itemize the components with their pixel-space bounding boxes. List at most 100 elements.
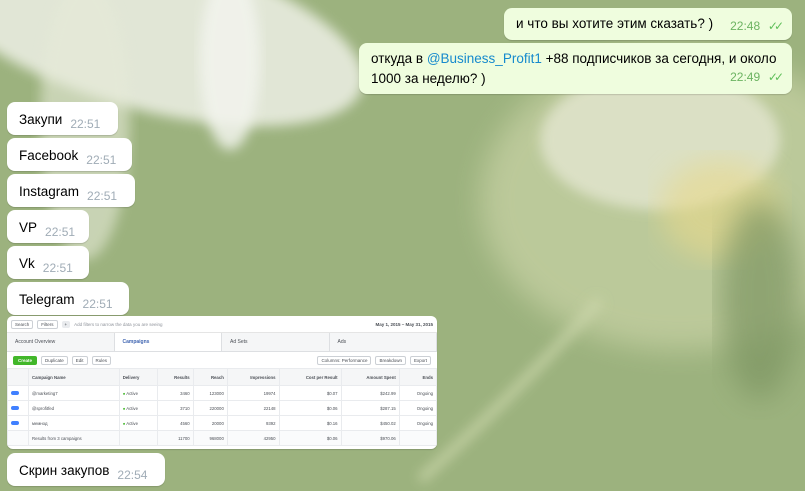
screenshot-tabs: Account Overview Campaigns Ad Sets Ads bbox=[7, 333, 437, 352]
tab-ad-sets: Ad Sets bbox=[222, 333, 330, 351]
message-in-1[interactable]: Закупи 22:51 bbox=[7, 102, 118, 135]
campaigns-table: Campaign Name Delivery Results Reach Imp… bbox=[7, 368, 437, 446]
read-checkmarks-icon: ✓✓ bbox=[767, 70, 784, 84]
tab-account-overview: Account Overview bbox=[7, 333, 115, 351]
status-dot-icon: ● bbox=[122, 390, 126, 396]
filter-hint: Add filters to narrow the data you are s… bbox=[74, 321, 163, 327]
filters-pill: Filters bbox=[37, 319, 58, 329]
delivery-status: Active bbox=[126, 405, 138, 411]
message-text: Закупи bbox=[19, 112, 63, 127]
cell-reach: 220000 bbox=[192, 400, 228, 416]
columns-dropdown: Columns: Performance bbox=[317, 355, 372, 365]
message-text: откуда в bbox=[371, 51, 427, 66]
column-header: Reach bbox=[192, 368, 228, 386]
toggle-icon bbox=[11, 405, 19, 410]
message-text: Vk bbox=[19, 256, 35, 271]
message-time: 22:48 bbox=[730, 19, 761, 33]
cell-spent: $242.99 bbox=[340, 385, 400, 401]
read-checkmarks-icon: ✓✓ bbox=[767, 19, 784, 33]
channel-mention-link[interactable]: @Business_Profit1 bbox=[427, 51, 542, 66]
campaign-name: мемнод bbox=[28, 415, 120, 431]
breakdown-dropdown: Breakdown bbox=[375, 355, 406, 365]
cell-results: 3460 bbox=[156, 385, 194, 401]
message-text: 1000 за неделю? ) bbox=[371, 71, 486, 86]
campaign-name: @marketing7 bbox=[28, 385, 120, 401]
column-header: Results bbox=[156, 368, 194, 386]
rules-button: Rules bbox=[91, 355, 112, 365]
message-in-3[interactable]: Instagram 22:51 bbox=[7, 174, 135, 207]
campaigns-screenshot-image[interactable]: Search Filters + Add filters to narrow t… bbox=[7, 316, 437, 449]
message-time: 22:51 bbox=[42, 261, 73, 275]
cell-cost: $0.16 bbox=[278, 415, 342, 431]
table-totals-row: Results from 3 campaigns 11700 968000 42… bbox=[7, 430, 437, 446]
cell-impressions: 9392 bbox=[226, 415, 280, 431]
message-time: 22:54 bbox=[117, 468, 148, 482]
export-dropdown: Export bbox=[409, 355, 431, 365]
cell-cost: $0.07 bbox=[278, 385, 342, 401]
message-time: 22:51 bbox=[82, 297, 113, 311]
cell-ends: Ongoing bbox=[398, 415, 437, 431]
column-header: Impressions bbox=[226, 368, 280, 386]
message-in-6[interactable]: Telegram 22:51 bbox=[7, 282, 129, 315]
total-impressions: 42950 bbox=[226, 430, 280, 446]
table-row: мемнод ● Active 4560 20000 9392 $0.16 $4… bbox=[7, 415, 437, 431]
tab-ads: Ads bbox=[330, 333, 437, 351]
table-row: @marketing7 ● Active 3460 123000 19974 $… bbox=[7, 385, 437, 401]
campaign-name: @sprofitfed bbox=[28, 400, 120, 416]
message-out-2[interactable]: откуда в @Business_Profit1 +88 подписчик… bbox=[359, 43, 792, 94]
total-results: 11700 bbox=[156, 430, 194, 446]
date-range: May 1, 2015 – May 31, 2015 bbox=[375, 321, 433, 327]
screenshot-toolbar: Create Duplicate Edit Rules Columns: Per… bbox=[7, 352, 437, 368]
message-in-4[interactable]: VP 22:51 bbox=[7, 210, 89, 243]
table-row: @sprofitfed ● Active 3710 220000 22148 $… bbox=[7, 400, 437, 416]
message-in-5[interactable]: Vk 22:51 bbox=[7, 246, 89, 279]
create-button: Create bbox=[13, 355, 38, 365]
cell-impressions: 19974 bbox=[226, 385, 280, 401]
total-cost: $0.06 bbox=[278, 430, 342, 446]
cell-reach: 123000 bbox=[192, 385, 228, 401]
message-time: 22:51 bbox=[70, 117, 101, 131]
delivery-status: Active bbox=[126, 420, 138, 426]
status-dot-icon: ● bbox=[122, 405, 126, 411]
column-header: Campaign Name bbox=[28, 368, 120, 386]
message-in-7[interactable]: Скрин закупов 22:54 bbox=[7, 453, 165, 486]
message-time: 22:51 bbox=[87, 189, 118, 203]
total-spent: $970.06 bbox=[340, 430, 400, 446]
message-text: Instagram bbox=[19, 184, 80, 199]
cell-spent: $287.15 bbox=[340, 400, 400, 416]
cell-results: 4560 bbox=[156, 415, 194, 431]
toggle-icon bbox=[11, 420, 19, 425]
column-header: Amount Spent bbox=[340, 368, 400, 386]
message-time: 22:51 bbox=[86, 153, 117, 167]
duplicate-button: Duplicate bbox=[41, 355, 68, 365]
cell-spent: $450.02 bbox=[340, 415, 400, 431]
total-reach: 968000 bbox=[192, 430, 228, 446]
edit-button: Edit bbox=[71, 355, 88, 365]
tab-campaigns: Campaigns bbox=[114, 333, 222, 351]
table-header-row: Campaign Name Delivery Results Reach Imp… bbox=[7, 368, 437, 386]
message-time: 22:49 bbox=[730, 70, 761, 84]
cell-results: 3710 bbox=[156, 400, 194, 416]
plus-icon: + bbox=[61, 320, 71, 328]
screenshot-filter-bar: Search Filters + Add filters to narrow t… bbox=[7, 316, 437, 333]
cell-reach: 20000 bbox=[192, 415, 228, 431]
message-text: +88 подписчиков за сегодня, и около bbox=[541, 51, 777, 66]
toggle-icon bbox=[11, 390, 19, 395]
search-pill: Search bbox=[11, 319, 34, 329]
cell-cost: $0.06 bbox=[278, 400, 342, 416]
message-text: Скрин закупов bbox=[19, 463, 110, 478]
column-header: Cost per Result bbox=[278, 368, 342, 386]
status-dot-icon: ● bbox=[122, 420, 126, 426]
message-text: и что вы хотите этим сказать? ) bbox=[516, 16, 714, 31]
column-header: Delivery bbox=[118, 368, 158, 386]
cell-ends: Ongoing bbox=[398, 400, 437, 416]
totals-label: Results from 3 campaigns bbox=[28, 430, 120, 446]
message-out-1[interactable]: и что вы хотите этим сказать? ) 22:48 ✓✓ bbox=[504, 8, 792, 40]
message-text: Facebook bbox=[19, 148, 79, 163]
delivery-status: Active bbox=[126, 390, 138, 396]
message-in-2[interactable]: Facebook 22:51 bbox=[7, 138, 132, 171]
message-text: VP bbox=[19, 220, 38, 235]
cell-impressions: 22148 bbox=[226, 400, 280, 416]
message-text: Telegram bbox=[19, 292, 75, 307]
message-time: 22:51 bbox=[45, 225, 76, 239]
